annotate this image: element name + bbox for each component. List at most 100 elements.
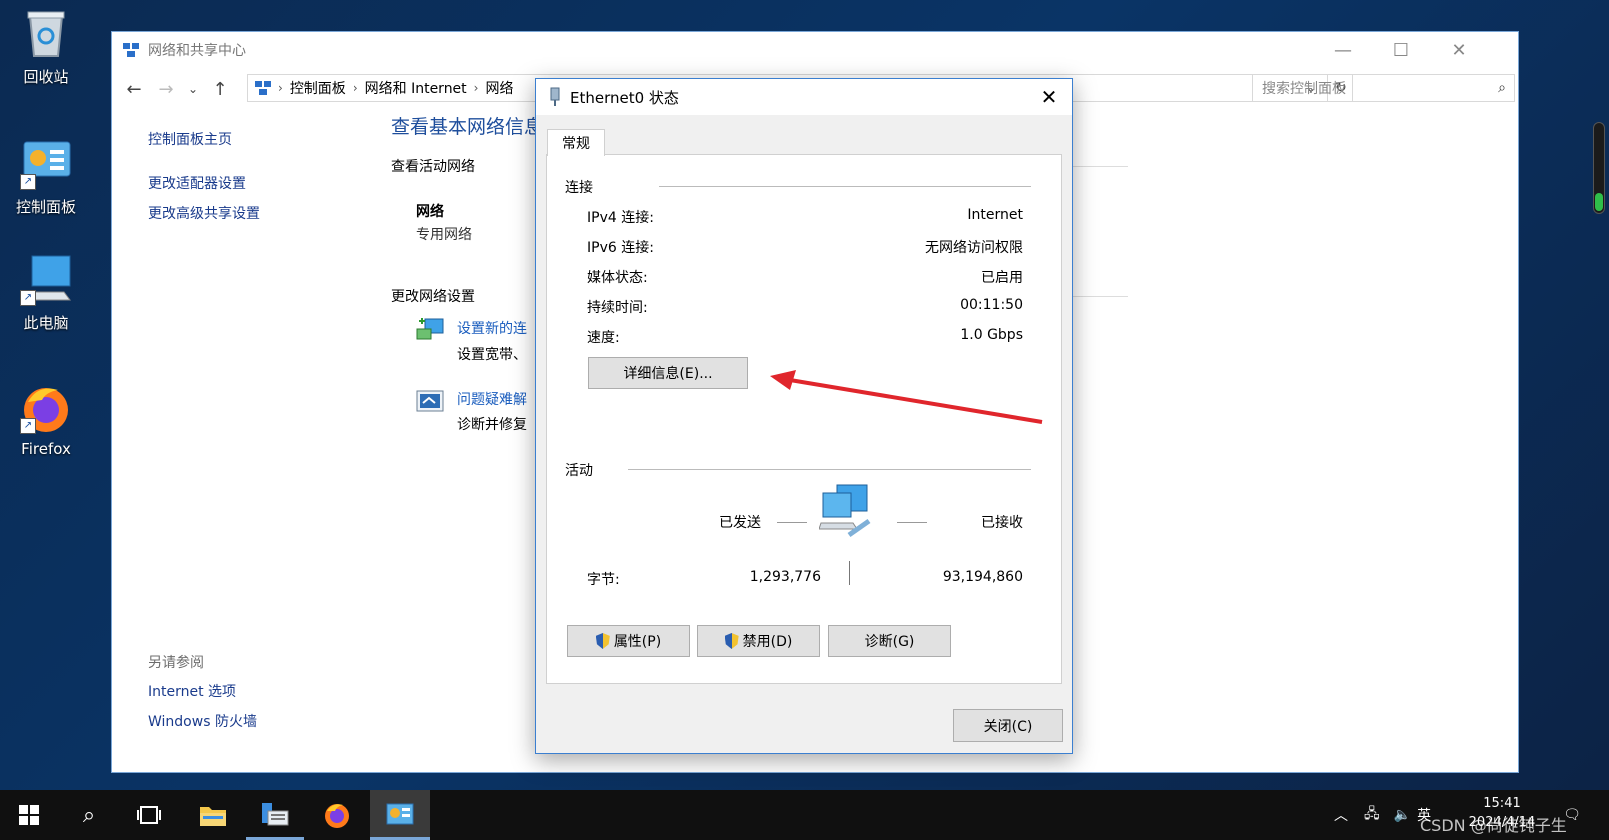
- task-new-connection-desc: 设置宽带、: [457, 347, 527, 363]
- action-center-button[interactable]: 🗨: [1552, 790, 1592, 840]
- close-icon: ✕: [1451, 39, 1467, 61]
- bytes-received-value: 93,194,860: [942, 569, 1023, 585]
- close-window-button[interactable]: ✕: [1430, 32, 1488, 68]
- search-input[interactable]: 搜索控制面板 ⌕: [1252, 74, 1515, 102]
- received-label: 已接收: [981, 515, 1023, 531]
- network-center-icon: [123, 43, 139, 57]
- dialog-titlebar[interactable]: Ethernet0 状态: [536, 79, 1072, 115]
- group-divider: [659, 186, 1031, 187]
- speed-label: 速度:: [587, 330, 620, 346]
- network-status-icon[interactable]: 🖧: [1364, 803, 1380, 827]
- close-dialog-button[interactable]: 关闭(C): [953, 709, 1063, 742]
- chevron-down-icon: ⌄: [187, 82, 199, 96]
- maximize-button[interactable]: ☐: [1372, 32, 1430, 68]
- sidebar-link-internet-options[interactable]: Internet 选项: [148, 681, 236, 701]
- edge-scroll-indicator[interactable]: [1593, 122, 1605, 214]
- breadcrumb-control-panel[interactable]: 控制面板: [283, 78, 353, 98]
- troubleshoot-icon: [416, 390, 444, 412]
- minimize-icon: —: [1334, 39, 1352, 61]
- arrow-right-icon: →: [158, 78, 174, 100]
- sidebar-link-control-panel-home[interactable]: 控制面板主页: [148, 129, 232, 149]
- network-activity-icon: [819, 484, 871, 538]
- breadcrumb-network-internet[interactable]: 网络和 Internet: [358, 78, 474, 98]
- search-icon: ⌕: [1498, 80, 1506, 96]
- clock-time: 15:41: [1483, 796, 1521, 811]
- bytes-divider: [849, 561, 850, 585]
- up-button[interactable]: ↑: [204, 73, 236, 105]
- minimize-button[interactable]: —: [1314, 32, 1372, 68]
- annotation-arrow-icon: [770, 370, 1043, 424]
- desktop-icon-this-pc[interactable]: ↗ 此电脑: [6, 254, 86, 333]
- close-icon: ✕: [1040, 85, 1058, 109]
- forward-button[interactable]: →: [150, 73, 182, 105]
- notification-icon: 🗨: [1563, 807, 1581, 823]
- search-taskbar-button[interactable]: ⌕: [60, 790, 118, 840]
- control-panel-taskbar-button[interactable]: [370, 790, 430, 840]
- sidebar-link-advanced-sharing[interactable]: 更改高级共享设置: [148, 203, 260, 223]
- details-button[interactable]: 详细信息(E)...: [588, 357, 748, 389]
- desktop-icon-recycle-bin[interactable]: 回收站: [6, 8, 86, 87]
- file-explorer-button[interactable]: [184, 790, 242, 840]
- firefox-taskbar-button[interactable]: [308, 790, 366, 840]
- ipv6-label: IPv6 连接:: [587, 240, 654, 256]
- duration-value: 00:11:50: [960, 297, 1023, 313]
- edge-scroll-thumb[interactable]: [1595, 193, 1603, 211]
- properties-button[interactable]: 属性(P): [567, 625, 690, 657]
- desktop-icon-firefox[interactable]: ↗ Firefox: [6, 382, 86, 458]
- desktop-icon-control-panel[interactable]: ↗ 控制面板: [6, 138, 86, 217]
- shield-icon: [724, 633, 739, 649]
- arrow-left-icon: ←: [126, 78, 142, 100]
- activity-group-label: 活动: [565, 463, 593, 479]
- task-view-button[interactable]: [120, 790, 178, 840]
- sidebar-link-windows-firewall[interactable]: Windows 防火墙: [148, 711, 257, 731]
- group-divider: [628, 469, 1031, 470]
- connection-group-label: 连接: [565, 180, 593, 196]
- task-troubleshoot-title[interactable]: 问题疑难解: [457, 389, 527, 409]
- volume-muted-icon[interactable]: 🔈: [1394, 807, 1411, 823]
- diagnose-button[interactable]: 诊断(G): [828, 625, 951, 657]
- disable-button[interactable]: 禁用(D): [697, 625, 820, 657]
- shield-icon: [595, 633, 610, 649]
- shortcut-arrow-icon: ↗: [20, 418, 36, 434]
- ipv6-value: 无网络访问权限: [925, 240, 1023, 256]
- duration-label: 持续时间:: [587, 300, 648, 316]
- sidebar-link-change-adapter[interactable]: 更改适配器设置: [148, 173, 246, 193]
- active-networks-label: 查看活动网络: [391, 159, 475, 175]
- recent-locations-button[interactable]: ⌄: [182, 73, 204, 105]
- ipv4-label: IPv4 连接:: [587, 210, 654, 226]
- show-hidden-icons-chevron-up-icon[interactable]: ︿: [1334, 805, 1348, 825]
- maximize-icon: ☐: [1392, 39, 1410, 61]
- server-manager-icon: [262, 802, 289, 825]
- received-line: [897, 522, 927, 523]
- see-also-title: 另请参阅: [148, 655, 204, 671]
- search-icon: ⌕: [82, 802, 96, 828]
- task-troubleshoot-desc: 诊断并修复: [457, 417, 527, 433]
- start-button[interactable]: [0, 790, 58, 840]
- control-panel-icon: ↗: [20, 138, 72, 190]
- taskbar: ⌕ ︿ 🖧 🔈 英 15:41 2024/4/14 CSDN @尚徒钝子生 🗨: [0, 790, 1609, 840]
- page-title: 查看基本网络信息: [391, 116, 544, 138]
- network-name: 网络: [416, 204, 444, 220]
- dialog-title: Ethernet0 状态: [570, 88, 679, 107]
- sent-label: 已发送: [719, 515, 761, 531]
- firefox-icon: ↗: [20, 382, 72, 434]
- watermark: CSDN @尚徒钝子生: [1420, 816, 1567, 835]
- tab-general[interactable]: 常规: [547, 129, 605, 156]
- arrow-up-icon: ↑: [212, 78, 228, 100]
- firefox-icon: [325, 804, 349, 828]
- ipv4-value: Internet: [967, 207, 1023, 223]
- server-manager-button[interactable]: [246, 790, 304, 840]
- shortcut-arrow-icon: ↗: [20, 174, 36, 190]
- sent-line: [777, 522, 807, 523]
- new-connection-icon: [416, 318, 444, 340]
- window-titlebar[interactable]: 网络和共享中心: [112, 32, 1518, 68]
- back-button[interactable]: ←: [118, 73, 150, 105]
- breadcrumb-network-center[interactable]: 网络: [478, 78, 520, 98]
- window-title: 网络和共享中心: [148, 43, 246, 59]
- dialog-close-button[interactable]: ✕: [1026, 79, 1072, 115]
- windows-logo-icon: [19, 805, 39, 825]
- disable-button-label: 禁用(D): [742, 634, 793, 650]
- ethernet-icon: [550, 87, 560, 106]
- task-new-connection-title[interactable]: 设置新的连: [457, 318, 527, 338]
- properties-button-label: 属性(P): [613, 634, 662, 650]
